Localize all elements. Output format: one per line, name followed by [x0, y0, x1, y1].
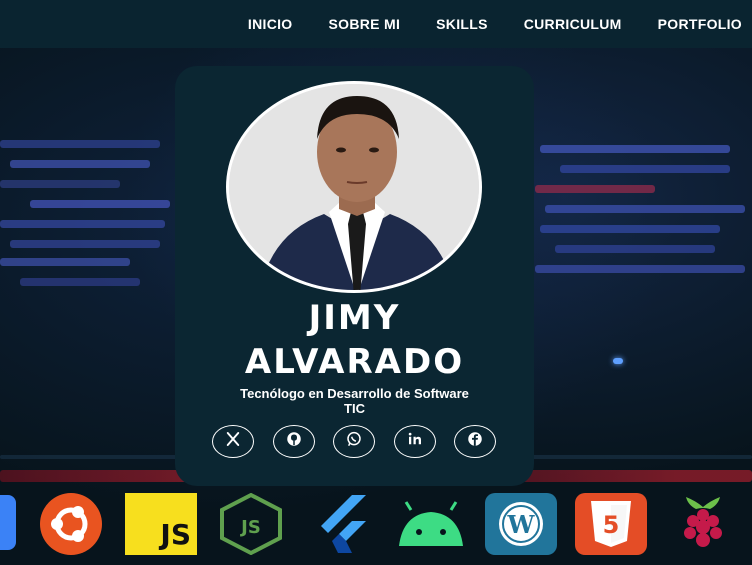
linkedin-link[interactable]: [393, 425, 436, 458]
nav-portfolio[interactable]: PORTFOLIO: [658, 16, 742, 32]
code-streak: [545, 205, 745, 213]
x-icon: [224, 430, 242, 453]
code-streak: [535, 265, 745, 273]
nodejs-icon: JS: [218, 492, 284, 559]
wordpress-icon: W: [485, 502, 557, 559]
svg-text:5: 5: [603, 511, 620, 539]
facebook-link[interactable]: [454, 425, 496, 458]
linkedin-icon: [406, 430, 424, 453]
ubuntu-icon: [35, 493, 107, 559]
code-streak: [10, 160, 150, 168]
whatsapp-link[interactable]: [333, 425, 375, 458]
html5-icon: 5: [575, 501, 647, 559]
code-streak: [0, 220, 165, 228]
nav-inicio[interactable]: INICIO: [248, 16, 293, 32]
partial-logo-left: [0, 495, 16, 550]
nav-curriculum[interactable]: CURRICULUM: [524, 16, 622, 32]
javascript-icon: JS: [160, 518, 191, 551]
flutter-logo: [312, 493, 372, 555]
light-dot: [613, 358, 623, 364]
code-streak: [555, 245, 715, 253]
nav-skills[interactable]: SKILLS: [436, 16, 488, 32]
tech-logos-strip: JS JS W 5: [0, 485, 752, 565]
code-streak: [540, 225, 720, 233]
facebook-icon: [466, 430, 484, 453]
nodejs-logo: JS: [218, 492, 284, 556]
android-icon: [395, 501, 467, 552]
github-icon: [285, 430, 303, 453]
code-streak: [10, 240, 160, 248]
ubuntu-logo: [35, 493, 107, 555]
javascript-logo: JS: [125, 493, 197, 555]
svg-text:W: W: [507, 510, 536, 539]
github-link[interactable]: [272, 425, 315, 458]
raspberry-pi-icon: [672, 497, 734, 559]
flutter-icon: [312, 495, 372, 559]
code-streak: [0, 140, 160, 148]
android-logo: [395, 500, 467, 548]
social-links: [212, 425, 496, 458]
top-navbar: INICIO SOBRE MI SKILLS CURRICULUM PORTFO…: [0, 0, 752, 48]
code-streak: [540, 145, 730, 153]
code-streak: [20, 278, 140, 286]
html5-logo: 5: [575, 493, 647, 555]
profession-title: Tecnólogo en Desarrollo de Software: [240, 386, 469, 401]
svg-text:JS: JS: [239, 517, 261, 538]
name-last: ALVARADO: [244, 342, 465, 382]
name-first: JIMY: [308, 298, 401, 338]
code-streak: [30, 200, 170, 208]
x-twitter-link[interactable]: [212, 425, 254, 458]
whatsapp-icon: [345, 430, 363, 453]
code-streak: [535, 185, 655, 193]
code-streak: [0, 258, 130, 266]
nav-sobre-mi[interactable]: SOBRE MI: [329, 16, 401, 32]
wordpress-logo: W: [485, 493, 557, 555]
profession-subtitle: TIC: [344, 401, 365, 416]
code-streak: [560, 165, 730, 173]
code-streak: [0, 180, 120, 188]
raspberry-pi-logo: [672, 493, 734, 555]
profile-photo: [226, 81, 482, 293]
